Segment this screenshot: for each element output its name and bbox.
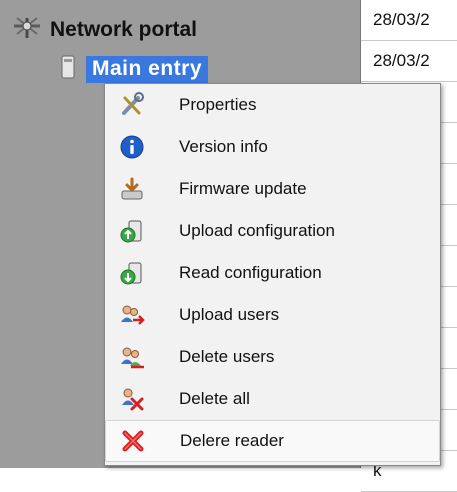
menu-item-upload-users[interactable]: Upload users xyxy=(105,294,440,336)
grid-cell[interactable]: 28/03/2 xyxy=(361,41,457,82)
tree-node-label: Network portal xyxy=(50,17,198,41)
tree-node-main-entry[interactable]: Main entry xyxy=(60,54,209,85)
menu-item-delete-reader[interactable]: Delere reader xyxy=(105,420,440,462)
menu-item-label: Version info xyxy=(179,137,268,156)
menu-item-upload-configuration[interactable]: Upload configuration xyxy=(105,210,440,252)
context-menu: Properties Version info Firmware update xyxy=(104,83,441,466)
menu-item-version-info[interactable]: Version info xyxy=(105,126,440,168)
menu-item-label: Properties xyxy=(179,95,257,114)
menu-item-delete-all[interactable]: Delete all xyxy=(105,378,440,420)
menu-item-label: Delete users xyxy=(179,347,275,366)
read-configuration-icon xyxy=(119,260,145,286)
menu-item-label: Delete all xyxy=(179,389,250,408)
delete-all-icon xyxy=(119,386,145,412)
firmware-update-icon xyxy=(119,176,145,202)
delete-reader-icon xyxy=(120,428,146,454)
upload-configuration-icon xyxy=(119,218,145,244)
menu-item-firmware-update[interactable]: Firmware update xyxy=(105,168,440,210)
upload-users-icon xyxy=(119,302,145,328)
menu-item-label: Read configuration xyxy=(179,263,322,282)
tree-node-network-portal[interactable]: Network portal xyxy=(10,14,197,45)
network-portal-icon xyxy=(10,14,44,45)
properties-icon xyxy=(119,92,145,118)
menu-item-read-configuration[interactable]: Read configuration xyxy=(105,252,440,294)
menu-item-label: Delere reader xyxy=(180,431,284,450)
menu-item-properties[interactable]: Properties xyxy=(105,84,440,126)
info-icon xyxy=(119,134,145,160)
grid-cell[interactable]: 28/03/2 xyxy=(361,0,457,41)
tree-node-label-selected: Main entry xyxy=(86,56,209,83)
menu-item-label: Upload configuration xyxy=(179,221,335,240)
menu-item-label: Upload users xyxy=(179,305,280,324)
reader-device-icon xyxy=(60,54,76,85)
menu-item-label: Firmware update xyxy=(179,179,307,198)
menu-item-delete-users[interactable]: Delete users xyxy=(105,336,440,378)
delete-users-icon xyxy=(119,344,145,370)
